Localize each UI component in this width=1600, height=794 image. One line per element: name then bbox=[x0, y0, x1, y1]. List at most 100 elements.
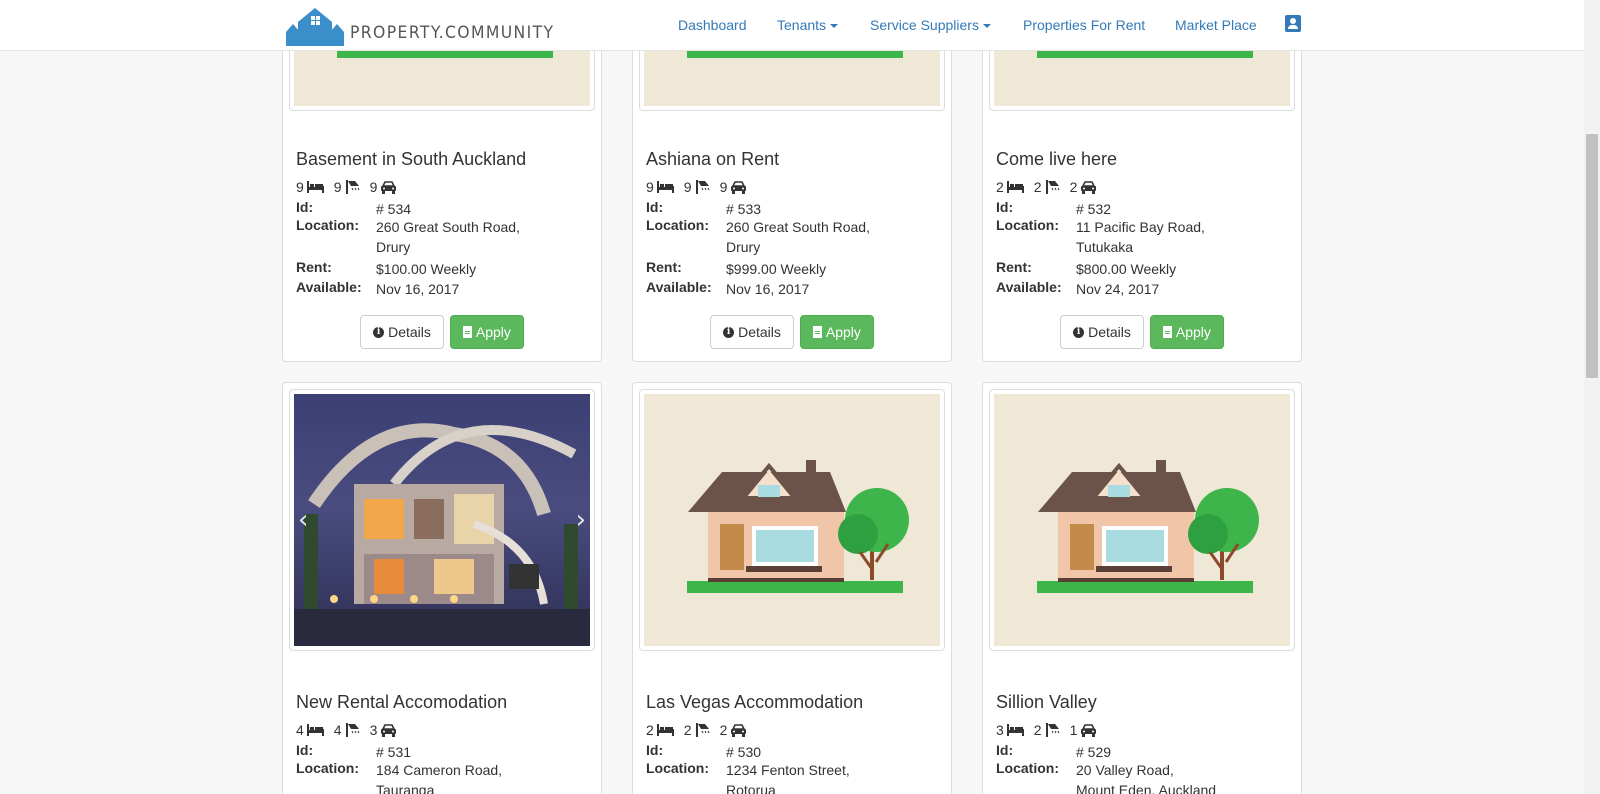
house-lawn-graphic bbox=[687, 51, 903, 58]
location-label: Location: bbox=[996, 217, 1059, 233]
house-lawn-graphic bbox=[337, 51, 553, 58]
location-line-2: Tauranga bbox=[376, 782, 435, 794]
nav-dashboard[interactable]: Dashboard bbox=[678, 17, 747, 33]
shower-icon bbox=[1045, 180, 1060, 194]
apply-button[interactable]: Apply bbox=[799, 315, 874, 349]
shower-icon bbox=[345, 723, 360, 737]
property-id-row: Id: # 530 bbox=[646, 742, 896, 762]
baths-count: 9 bbox=[683, 179, 692, 195]
parking-count: 1 bbox=[1069, 722, 1078, 738]
baths-count: 9 bbox=[333, 179, 342, 195]
property-title[interactable]: Come live here bbox=[996, 149, 1117, 170]
property-id: # 532 bbox=[1076, 201, 1112, 217]
property-id-row: Id: # 532 bbox=[996, 199, 1246, 219]
property-card: Ashiana on Rent 9 9 9 Id: # 533 Location:… bbox=[632, 0, 952, 362]
property-location-row: Location: 11 Pacific Bay Road, Tutukaka bbox=[996, 217, 1246, 257]
nav-tenants[interactable]: Tenants bbox=[777, 17, 839, 33]
location-label: Location: bbox=[646, 760, 709, 776]
details-button[interactable]: i Details bbox=[1060, 315, 1144, 349]
property-location: 11 Pacific Bay Road, Tutukaka bbox=[1076, 217, 1246, 257]
user-account-icon[interactable] bbox=[1285, 15, 1301, 32]
property-available-row: Available: Nov 24, 2017 bbox=[996, 279, 1246, 299]
property-card: ‹ › New Rental Accomodation 4 4 3 Id: # 5… bbox=[282, 382, 602, 794]
carousel-next-icon[interactable]: › bbox=[576, 505, 586, 535]
beds-count: 9 bbox=[646, 179, 654, 195]
property-available-row: Available: Nov 16, 2017 bbox=[296, 279, 546, 299]
property-card: Basement in South Auckland 9 9 9 Id: # 53… bbox=[282, 0, 602, 362]
property-card: Sillion Valley 3 2 1 Id: # 529 Location: 2… bbox=[982, 382, 1302, 794]
property-features: 9 9 9 bbox=[296, 179, 407, 195]
bed-icon bbox=[306, 724, 324, 736]
property-available-row: Available: Nov 16, 2017 bbox=[646, 279, 896, 299]
location-line-2: Drury bbox=[726, 239, 761, 255]
property-location: 1234 Fenton Street, Rotorua bbox=[726, 760, 896, 794]
property-title[interactable]: New Rental Accomodation bbox=[296, 692, 507, 713]
nav-service-suppliers-label: Service Suppliers bbox=[870, 17, 979, 33]
location-line-2: Mount Eden, Auckland bbox=[1076, 782, 1217, 794]
parking-count: 2 bbox=[1069, 179, 1078, 195]
property-location-row: Location: 184 Cameron Road, Tauranga bbox=[296, 760, 546, 794]
location-line-1: 1234 Fenton Street, bbox=[726, 762, 850, 778]
nav-service-suppliers[interactable]: Service Suppliers bbox=[870, 17, 991, 33]
car-icon bbox=[381, 180, 397, 194]
property-carousel[interactable]: ‹ › bbox=[289, 389, 595, 651]
nav-tenants-label: Tenants bbox=[777, 17, 827, 33]
property-thumbnail[interactable] bbox=[989, 389, 1295, 651]
modern-house-photo bbox=[294, 423, 590, 646]
details-button[interactable]: i Details bbox=[360, 315, 444, 349]
property-rent-row: Rent: $999.00 Weekly bbox=[646, 259, 896, 279]
available-label: Available: bbox=[296, 279, 362, 295]
parking-count: 3 bbox=[369, 722, 378, 738]
location-line-1: 11 Pacific Bay Road, bbox=[1076, 219, 1205, 235]
brand-name: PROPERTY.COMMUNITY bbox=[350, 23, 555, 43]
nav-market-place[interactable]: Market Place bbox=[1175, 17, 1257, 33]
property-id-row: Id: # 534 bbox=[296, 199, 546, 219]
apply-button[interactable]: Apply bbox=[449, 315, 524, 349]
parking-count: 9 bbox=[369, 179, 378, 195]
property-rent: $100.00 Weekly bbox=[376, 261, 477, 277]
property-title[interactable]: Sillion Valley bbox=[996, 692, 1097, 713]
rent-label: Rent: bbox=[646, 259, 682, 275]
baths-count: 4 bbox=[333, 722, 342, 738]
property-title[interactable]: Ashiana on Rent bbox=[646, 149, 779, 170]
bed-icon bbox=[1006, 724, 1024, 736]
top-navbar: PROPERTY.COMMUNITY Dashboard Tenants Ser… bbox=[0, 0, 1584, 51]
beds-count: 2 bbox=[996, 179, 1004, 195]
property-rent: $999.00 Weekly bbox=[726, 261, 827, 277]
beds-count: 3 bbox=[996, 722, 1004, 738]
beds-count: 9 bbox=[296, 179, 304, 195]
location-line-2: Drury bbox=[376, 239, 411, 255]
parking-count: 2 bbox=[719, 722, 728, 738]
shower-icon bbox=[695, 180, 710, 194]
house-illustration bbox=[1037, 460, 1259, 593]
bed-icon bbox=[1006, 181, 1024, 193]
file-icon bbox=[462, 326, 472, 338]
id-label: Id: bbox=[296, 199, 314, 215]
property-id-row: Id: # 531 bbox=[296, 742, 546, 762]
property-available: Nov 16, 2017 bbox=[376, 281, 460, 297]
apply-label: Apply bbox=[475, 324, 511, 340]
scrollbar-thumb[interactable] bbox=[1586, 134, 1598, 378]
property-features: 3 2 1 bbox=[996, 722, 1107, 738]
property-title[interactable]: Las Vegas Accommodation bbox=[646, 692, 863, 713]
baths-count: 2 bbox=[683, 722, 692, 738]
nav-properties-for-rent[interactable]: Properties For Rent bbox=[1023, 17, 1145, 33]
location-label: Location: bbox=[996, 760, 1059, 776]
carousel-prev-icon[interactable]: ‹ bbox=[298, 505, 308, 535]
property-id: # 534 bbox=[376, 201, 412, 217]
card-actions: i Details Apply bbox=[983, 315, 1301, 349]
property-title[interactable]: Basement in South Auckland bbox=[296, 149, 526, 170]
property-rent-row: Rent: $100.00 Weekly bbox=[296, 259, 546, 279]
property-thumbnail[interactable] bbox=[639, 389, 945, 651]
brand-logo[interactable]: PROPERTY.COMMUNITY bbox=[286, 4, 572, 46]
id-label: Id: bbox=[646, 742, 664, 758]
bed-icon bbox=[306, 181, 324, 193]
details-button[interactable]: i Details bbox=[710, 315, 794, 349]
property-features: 4 4 3 bbox=[296, 722, 407, 738]
card-actions: i Details Apply bbox=[283, 315, 601, 349]
car-icon bbox=[1081, 723, 1097, 737]
apply-label: Apply bbox=[1175, 324, 1211, 340]
apply-button[interactable]: Apply bbox=[1149, 315, 1224, 349]
rent-label: Rent: bbox=[296, 259, 332, 275]
page-scrollbar[interactable] bbox=[1584, 0, 1600, 794]
